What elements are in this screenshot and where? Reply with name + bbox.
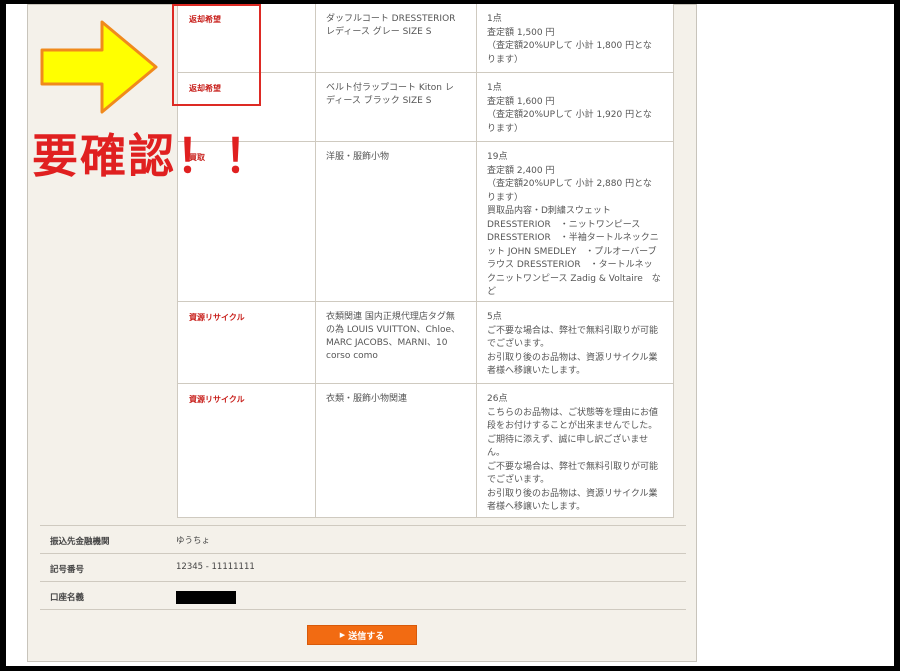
item-name: ダッフルコート DRESSTERIOR レディース グレー SIZE S: [316, 4, 477, 72]
bank-value: ゆうちょ: [176, 536, 211, 546]
detail-line: ります）: [487, 123, 524, 134]
account-number-value: 12345 - 11111111: [176, 562, 255, 572]
item-line: MARC JACOBS、MARNI、10: [326, 338, 448, 348]
status-label: 資源リサイクル: [178, 302, 316, 383]
item-name: 衣類関連 国内正規代理店タグ無 の為 LOUIS VUITTON、Chloe、 …: [316, 302, 477, 383]
detail-line: でございます。: [487, 339, 550, 349]
detail-line: ット JOHN SMEDLEY ・プルオーバーブ: [487, 246, 657, 257]
table-row: 資源リサイクル 衣類関連 国内正規代理店タグ無 の為 LOUIS VUITTON…: [178, 302, 673, 384]
detail-line: ご不要な場合は、弊社で無料引取りが可能: [487, 461, 659, 472]
detail-line: 5点: [487, 312, 502, 322]
detail-line: DRESSTERIOR ・ニットワンピース: [487, 219, 641, 230]
item-line: 衣類・服飾小物関連: [326, 394, 408, 404]
item-detail: 19点 査定額 2,400 円 （査定額20%UPして 小計 2,880 円とな…: [477, 142, 673, 301]
bank-label: 振込先金融機関: [50, 537, 110, 547]
detail-line: こちらのお品物は、ご状態等を理由にお値: [487, 407, 659, 418]
item-detail: 5点 ご不要な場合は、弊社で無料引取りが可能 でございます。 お引取り後のお品物…: [477, 302, 673, 383]
detail-line: ん。: [487, 448, 506, 458]
status-label: 資源リサイクル: [178, 384, 316, 517]
detail-line: ラウス DRESSTERIOR ・タートルネッ: [487, 260, 653, 270]
detail-line: （査定額20%UPして 小計 1,920 円とな: [487, 110, 652, 120]
yellow-arrow-icon: [40, 20, 158, 114]
detail-line: でございます。: [487, 475, 550, 485]
play-icon: ▶: [339, 631, 346, 639]
item-name: ベルト付ラップコート Kiton レ ディース ブラック SIZE S: [316, 73, 477, 141]
item-name: 洋服・服飾小物: [316, 142, 477, 301]
detail-line: DRESSTERIOR ・半袖タートルネックニ: [487, 233, 659, 243]
detail-line: クニットワンピース Zadig & Voltaire な: [487, 273, 661, 284]
item-line: ディース ブラック SIZE S: [326, 96, 432, 106]
account-number-label: 記号番号: [50, 565, 85, 575]
detail-line: ります）: [487, 192, 524, 203]
item-line: ベルト付ラップコート Kiton レ: [326, 83, 454, 93]
detail-line: 1点: [487, 14, 502, 24]
detail-line: お引取り後のお品物は、資源リサイクル業: [487, 352, 658, 363]
table-row: 資源リサイクル 衣類・服飾小物関連 26点 こちらのお品物は、ご状態等を理由にお…: [178, 384, 673, 518]
detail-line: 19点: [487, 152, 508, 162]
submit-button[interactable]: ▶ 送信する: [307, 625, 417, 645]
redacted-account-name: [176, 591, 236, 604]
detail-line: 査定額 1,500 円: [487, 27, 555, 38]
alert-annotation: 要確認！！: [32, 129, 272, 183]
detail-line: 26点: [487, 394, 508, 404]
detail-line: 買取品内容・D刺繍スウェット: [487, 206, 611, 216]
detail-line: 1点: [487, 83, 502, 93]
item-line: corso como: [326, 351, 378, 361]
item-line: 洋服・服飾小物: [326, 152, 390, 162]
detail-line: 者様へ移譲いたします。: [487, 502, 586, 512]
account-name-label: 口座名義: [50, 593, 85, 603]
account-number-row: 記号番号 12345 - 11111111: [40, 553, 686, 582]
item-detail: 1点 査定額 1,600 円 （査定額20%UPして 小計 1,920 円とな …: [477, 73, 673, 141]
detail-line: ご期待に添えず、誠に申し訳ございませ: [487, 434, 649, 445]
detail-line: ります）: [487, 54, 524, 65]
item-detail: 26点 こちらのお品物は、ご状態等を理由にお値 段をお付けすることが出来ませんで…: [477, 384, 673, 517]
highlight-box: [172, 4, 261, 106]
detail-line: ど: [487, 287, 497, 297]
detail-line: お引取り後のお品物は、資源リサイクル業: [487, 488, 658, 499]
item-detail: 1点 査定額 1,500 円 （査定額20%UPして 小計 1,800 円とな …: [477, 4, 673, 72]
bank-row: 振込先金融機関 ゆうちょ: [40, 525, 686, 554]
detail-line: （査定額20%UPして 小計 1,800 円とな: [487, 41, 652, 51]
account-name-row: 口座名義: [40, 581, 686, 610]
detail-line: ご不要な場合は、弊社で無料引取りが可能: [487, 325, 659, 336]
detail-line: （査定額20%UPして 小計 2,880 円とな: [487, 179, 652, 189]
detail-line: 査定額 2,400 円: [487, 165, 555, 176]
item-line: の為 LOUIS VUITTON、Chloe、: [326, 325, 461, 335]
item-line: 衣類関連 国内正規代理店タグ無: [326, 312, 455, 322]
item-line: レディース グレー SIZE S: [326, 27, 432, 37]
detail-line: 段をお付けすることが出来ませんでした。: [487, 421, 658, 431]
detail-line: 者様へ移譲いたします。: [487, 366, 586, 376]
item-name: 衣類・服飾小物関連: [316, 384, 477, 517]
item-line: ダッフルコート DRESSTERIOR: [326, 14, 456, 24]
detail-line: 査定額 1,600 円: [487, 96, 555, 107]
submit-label: 送信する: [348, 631, 385, 642]
